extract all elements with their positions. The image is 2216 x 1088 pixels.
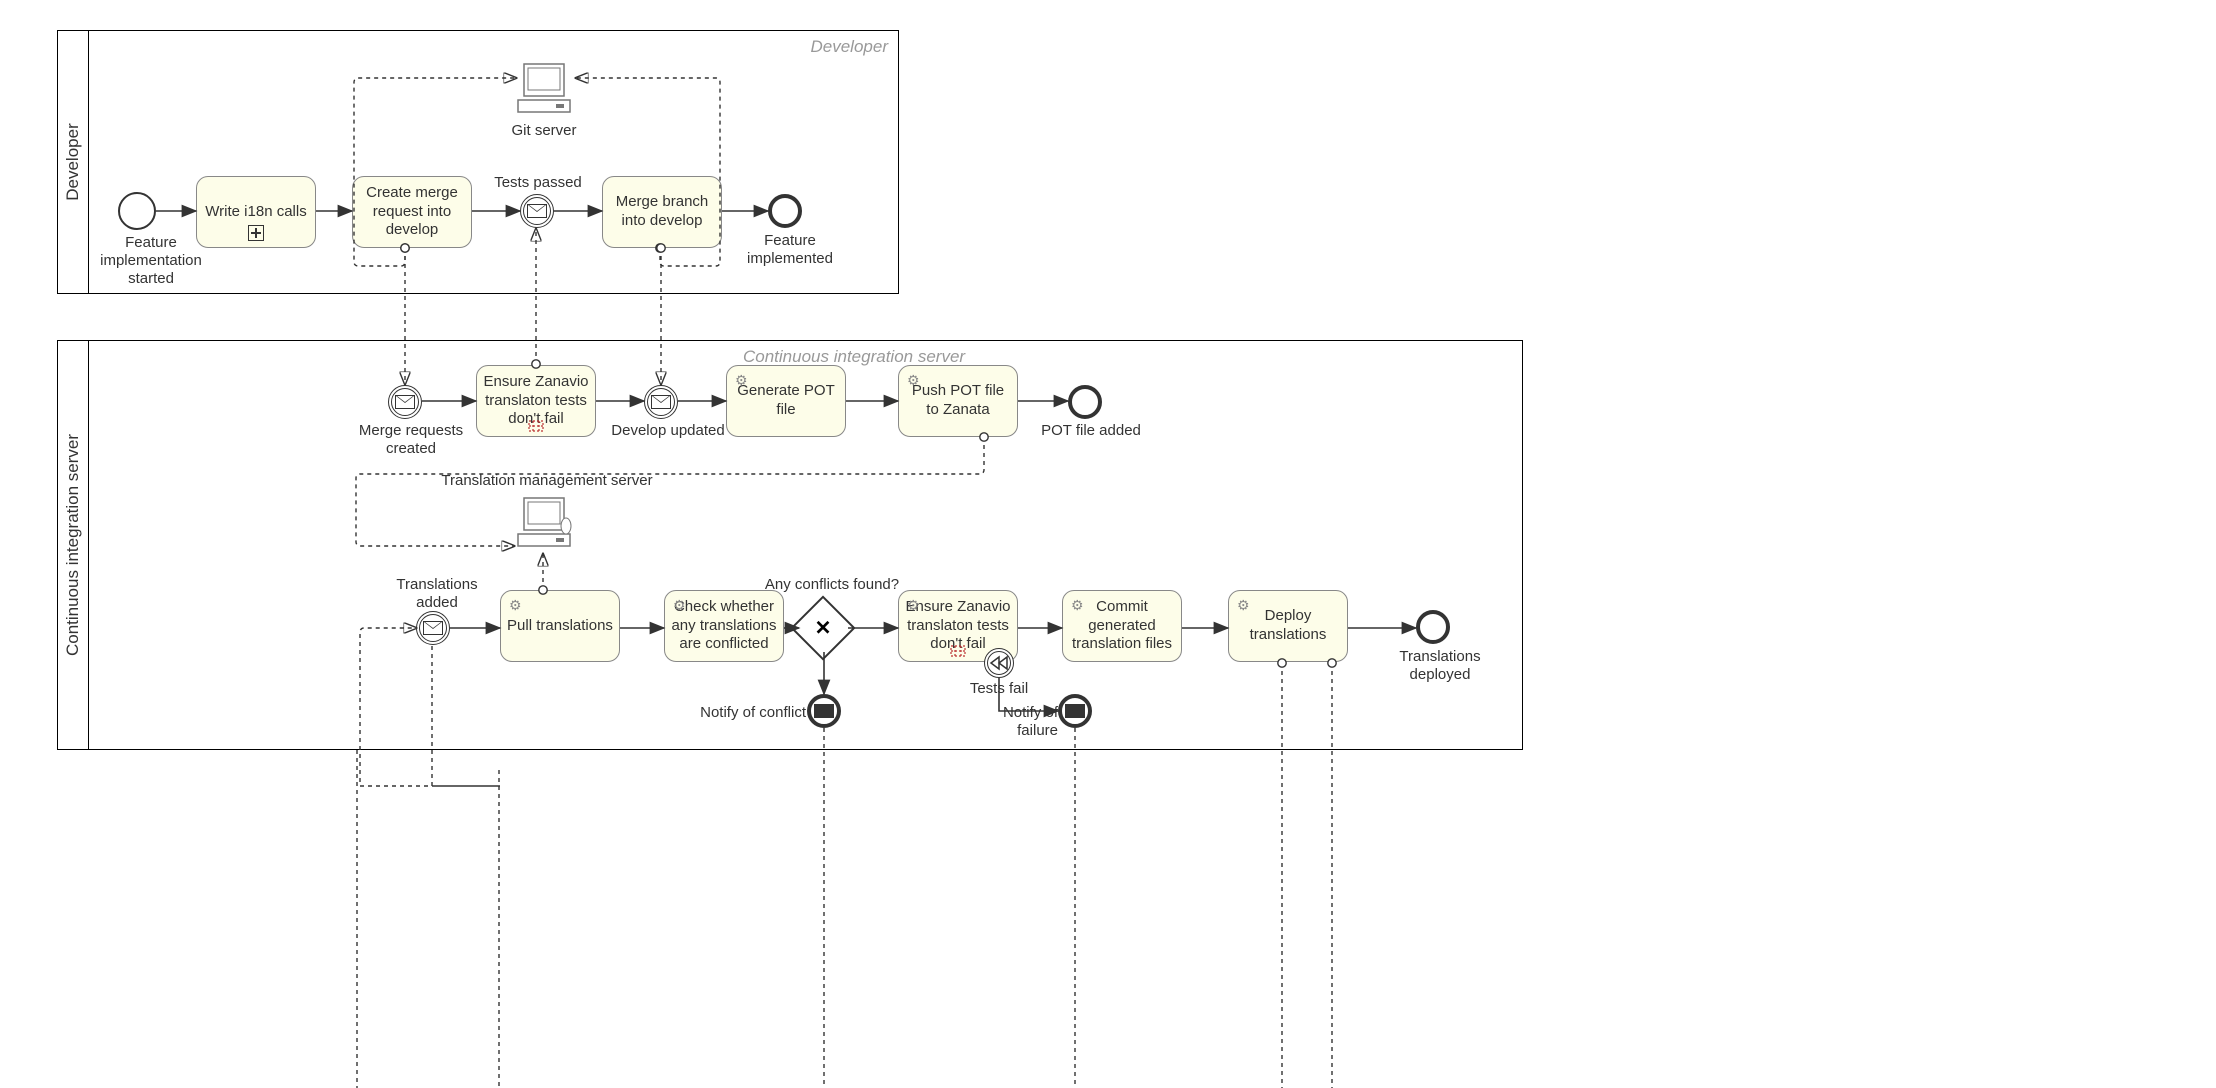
event-develop-updated: [644, 385, 678, 419]
loop-marker-icon: [528, 420, 544, 432]
compensation-icon: [989, 655, 1009, 671]
git-server-icon: [512, 60, 576, 120]
label-feature-start: Feature implementation started: [96, 234, 206, 288]
label-notify-conflict: Notify of conflict: [700, 704, 806, 722]
envelope-icon: [814, 704, 834, 718]
envelope-icon: [651, 395, 671, 409]
label-tests-passed: Tests passed: [490, 174, 586, 192]
label-develop-updated: Develop updated: [608, 422, 728, 440]
envelope-icon: [395, 395, 415, 409]
pool-label-developer: Developer: [58, 31, 89, 293]
pool-label-ci: Continuous integration server: [58, 341, 89, 749]
event-feature-start: [118, 192, 156, 230]
event-notify-conflict: [807, 694, 841, 728]
label-translations-deployed: Translations deployed: [1370, 648, 1510, 684]
event-tests-fail: [984, 648, 1014, 678]
lane-title-developer: Developer: [811, 37, 889, 57]
gear-icon: ⚙: [1237, 597, 1250, 615]
gear-icon: ⚙: [735, 372, 748, 390]
gear-icon: ⚙: [907, 597, 920, 615]
event-mr-created: [388, 385, 422, 419]
tms-icon: [512, 494, 576, 554]
event-notify-failure: [1058, 694, 1092, 728]
label-translations-added: Translations added: [388, 576, 486, 612]
label-notify-failure: Notify of failure: [958, 704, 1058, 740]
task-check-conflict: ⚙ Check whether any translations are con…: [664, 590, 784, 662]
task-gen-pot: ⚙ Generate POT file: [726, 365, 846, 437]
task-deploy-translations: ⚙ Deploy translations: [1228, 590, 1348, 662]
envelope-icon: [1065, 704, 1085, 718]
bpmn-diagram: Developer Developer Continuous integrati…: [0, 0, 2216, 1088]
task-ensure-zanavio-1: Ensure Zanavio translaton tests don't fa…: [476, 365, 596, 437]
subprocess-marker-icon: [248, 225, 264, 241]
gear-icon: ⚙: [907, 372, 920, 390]
event-translations-deployed: [1416, 610, 1450, 644]
label-mr-created: Merge requests created: [356, 422, 466, 458]
gear-icon: ⚙: [1071, 597, 1084, 615]
task-create-mr: Create merge request into develop: [352, 176, 472, 248]
event-feature-implemented: [768, 194, 802, 228]
label-tests-fail: Tests fail: [964, 680, 1034, 698]
event-tests-passed: [520, 194, 554, 228]
envelope-icon: [527, 204, 547, 218]
event-pot-added: [1068, 385, 1102, 419]
label-any-conflicts: Any conflicts found?: [762, 576, 902, 594]
task-commit-files: ⚙ Commit generated translation files: [1062, 590, 1182, 662]
git-server-label: Git server: [510, 122, 578, 140]
task-write-i18n: Write i18n calls: [196, 176, 316, 248]
gear-icon: ⚙: [673, 597, 686, 615]
gear-icon: ⚙: [509, 597, 522, 615]
loop-marker-icon: [950, 645, 966, 657]
task-merge-branch: Merge branch into develop: [602, 176, 722, 248]
envelope-icon: [423, 621, 443, 635]
lane-title-ci: Continuous integration server: [743, 347, 965, 367]
event-translations-added: [416, 611, 450, 645]
label-feature-implemented: Feature implemented: [720, 232, 860, 268]
task-push-pot: ⚙ Push POT file to Zanata: [898, 365, 1018, 437]
tms-label: Translation management server: [432, 472, 662, 490]
label-pot-added: POT file added: [1036, 422, 1146, 440]
task-pull-translations: ⚙ Pull translations: [500, 590, 620, 662]
